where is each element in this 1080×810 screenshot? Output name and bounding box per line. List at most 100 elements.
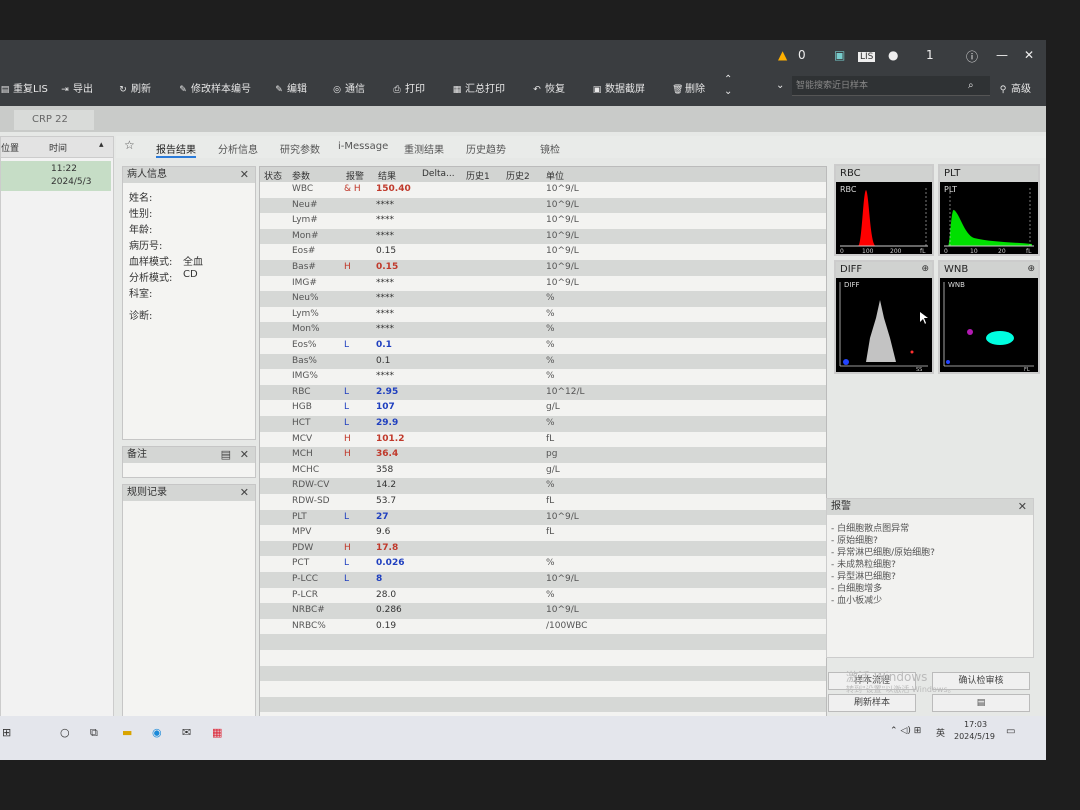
close-icon[interactable]: ✕ [240, 447, 249, 463]
table-row[interactable]: RBC L 2.95 10^12/L [260, 384, 826, 401]
table-row[interactable]: RDW-SD 53.7 fL [260, 494, 826, 510]
table-row[interactable]: RDW-CV 14.2% [260, 478, 826, 494]
start-icon[interactable]: ⊞ [2, 726, 11, 739]
info-icon[interactable]: ⓘ [966, 48, 978, 65]
refresh-sample-button[interactable]: 刷新样本 [828, 694, 916, 712]
header-param[interactable]: 参数 [292, 169, 310, 182]
header-unit[interactable]: 单位 [546, 169, 564, 182]
column-time[interactable]: 时间 [49, 141, 67, 154]
lis-badge[interactable]: LIS [858, 52, 876, 62]
screenshot-button[interactable]: ▣ 数据截屏 [592, 80, 645, 95]
close-icon[interactable]: ✕ [240, 485, 249, 501]
table-row[interactable]: Mon% ****% [260, 322, 826, 338]
rbc-histogram[interactable]: RBC RBC 0 100 200 fL [834, 164, 934, 256]
edit-note-icon[interactable]: ▤ [221, 447, 231, 463]
user-icon[interactable]: ● [888, 48, 898, 62]
minimize-icon[interactable]: — [996, 48, 1008, 62]
summary-print-button[interactable]: ▦ 汇总打印 [452, 80, 505, 95]
edit-sample-id-button[interactable]: ✎ 修改样本编号 [178, 80, 251, 95]
table-row[interactable]: NRBC% 0.19/100WBC [260, 618, 826, 635]
table-row[interactable]: IMG# **** 10^9/L [260, 275, 826, 292]
table-row[interactable]: Neu% ****% [260, 291, 826, 307]
tab-microscopy[interactable]: 镜检 [540, 141, 560, 156]
tab-retest-result[interactable]: 重测结果 [404, 141, 444, 156]
header-status[interactable]: 状态 [264, 169, 282, 182]
table-row[interactable]: Lym% ****% [260, 306, 826, 323]
chevron-up-icon[interactable]: ⌃ [724, 74, 732, 85]
tab-report-result[interactable]: 报告结果 [156, 141, 196, 158]
close-icon[interactable]: ✕ [240, 167, 249, 183]
zoom-icon[interactable]: ⊕ [921, 264, 929, 274]
search-input[interactable]: 智能搜索近日样本 [792, 76, 990, 96]
star-icon[interactable]: ☆ [124, 138, 135, 152]
explorer-icon[interactable]: ▬ [122, 726, 132, 739]
diff-scatter[interactable]: DIFF ⊕ DIFF SS [834, 260, 934, 374]
note-button[interactable]: ▤ [932, 694, 1030, 712]
table-row[interactable]: Mon# **** 10^9/L [260, 228, 826, 245]
table-row[interactable]: Neu# **** 10^9/L [260, 197, 826, 214]
sample-row[interactable]: 11:22 2024/5/3 [1, 161, 111, 191]
language-indicator[interactable]: 英 [936, 726, 945, 739]
table-row[interactable]: P-LCC L 8 10^9/L [260, 572, 826, 588]
wnb-scatter[interactable]: WNB ⊕ WNB FL [938, 260, 1040, 374]
table-row[interactable]: Eos% L 0.1% [260, 338, 826, 354]
app-icon[interactable]: ▦ [212, 726, 222, 739]
zoom-icon[interactable]: ⊕ [1027, 264, 1035, 274]
mail-icon[interactable]: ✉ [182, 726, 191, 739]
search-dropdown-icon[interactable]: ⌄ [776, 80, 784, 91]
export-button[interactable]: ⇥ 导出 [60, 80, 93, 95]
warning-icon[interactable]: ▲ [778, 48, 787, 62]
communication-button[interactable]: ◎ 通信 [332, 80, 365, 95]
up-down-arrows[interactable]: ⌃ ⌄ [724, 74, 732, 98]
header-history1[interactable]: 历史1 [466, 169, 490, 182]
crp-tab[interactable]: CRP 22 [14, 110, 94, 130]
tab-analysis-info[interactable]: 分析信息 [218, 141, 258, 156]
table-row[interactable]: WBC & H 150.40 10^9/L [260, 182, 826, 198]
sort-up-icon[interactable]: ▴ [99, 140, 104, 150]
table-row[interactable]: Eos# 0.15 10^9/L [260, 244, 826, 260]
print-button[interactable]: ⎙ 打印 [392, 80, 425, 95]
header-alarm[interactable]: 报警 [346, 169, 364, 182]
close-icon[interactable]: ✕ [1018, 499, 1027, 515]
table-row[interactable]: PLT L 27 10^9/L [260, 509, 826, 526]
table-row[interactable]: MPV 9.6 fL [260, 525, 826, 541]
tray-icons[interactable]: ⌃ ◁) ⊞ [890, 726, 921, 736]
header-result[interactable]: 结果 [378, 169, 396, 182]
restore-button[interactable]: ↶ 恢复 [532, 80, 565, 95]
table-row[interactable]: PCT L 0.026% [260, 556, 826, 572]
table-row[interactable]: PDW H 17.8 [260, 540, 826, 557]
table-row[interactable]: MCV H 101.2 fL [260, 431, 826, 448]
advanced-button[interactable]: ⚲ 高级 [998, 80, 1031, 95]
taskview-icon[interactable]: ⧉ [90, 726, 98, 740]
table-row[interactable]: IMG% ****% [260, 369, 826, 385]
chevron-down-icon[interactable]: ⌄ [724, 86, 732, 97]
table-row[interactable]: MCH H 36.4 pg [260, 447, 826, 463]
delete-button[interactable]: 🗑 删除 [672, 80, 705, 95]
close-icon[interactable]: ✕ [1024, 48, 1034, 62]
header-delta[interactable]: Delta... [422, 169, 455, 179]
column-position[interactable]: 位置 [1, 141, 19, 154]
refresh-button[interactable]: ↻ 刷新 [118, 80, 151, 95]
notification-icon[interactable]: ▭ [1006, 726, 1015, 737]
table-row[interactable]: Bas% 0.1% [260, 353, 826, 370]
plt-histogram[interactable]: PLT PLT 0 10 20 fL [938, 164, 1040, 256]
table-row[interactable]: Lym# **** 10^9/L [260, 213, 826, 229]
clock-time[interactable]: 17:03 [964, 720, 987, 729]
tab-research-params[interactable]: 研究参数 [280, 141, 320, 156]
table-row[interactable]: HCT L 29.9% [260, 416, 826, 432]
edge-icon[interactable]: ◉ [152, 726, 162, 739]
search-icon[interactable]: ⌕ [968, 80, 974, 91]
table-row[interactable]: NRBC# 0.286 10^9/L [260, 603, 826, 619]
tab-i-message[interactable]: i-Message [338, 141, 388, 152]
monitor-icon[interactable]: ▣ [834, 48, 845, 62]
search-icon[interactable]: ○ [60, 726, 70, 739]
lis-resend-button[interactable]: ▤ 重复LIS [0, 80, 48, 95]
header-history2[interactable]: 历史2 [506, 169, 530, 182]
table-row[interactable]: P-LCR 28.0% [260, 587, 826, 604]
clock-date[interactable]: 2024/5/19 [954, 732, 995, 741]
table-row[interactable]: HGB L 107 g/L [260, 400, 826, 416]
edit-button[interactable]: ✎ 编辑 [274, 80, 307, 95]
table-row[interactable]: MCHC 358 g/L [260, 462, 826, 479]
tab-history-trend[interactable]: 历史趋势 [466, 141, 506, 156]
table-row[interactable]: Bas# H 0.15 10^9/L [260, 260, 826, 276]
